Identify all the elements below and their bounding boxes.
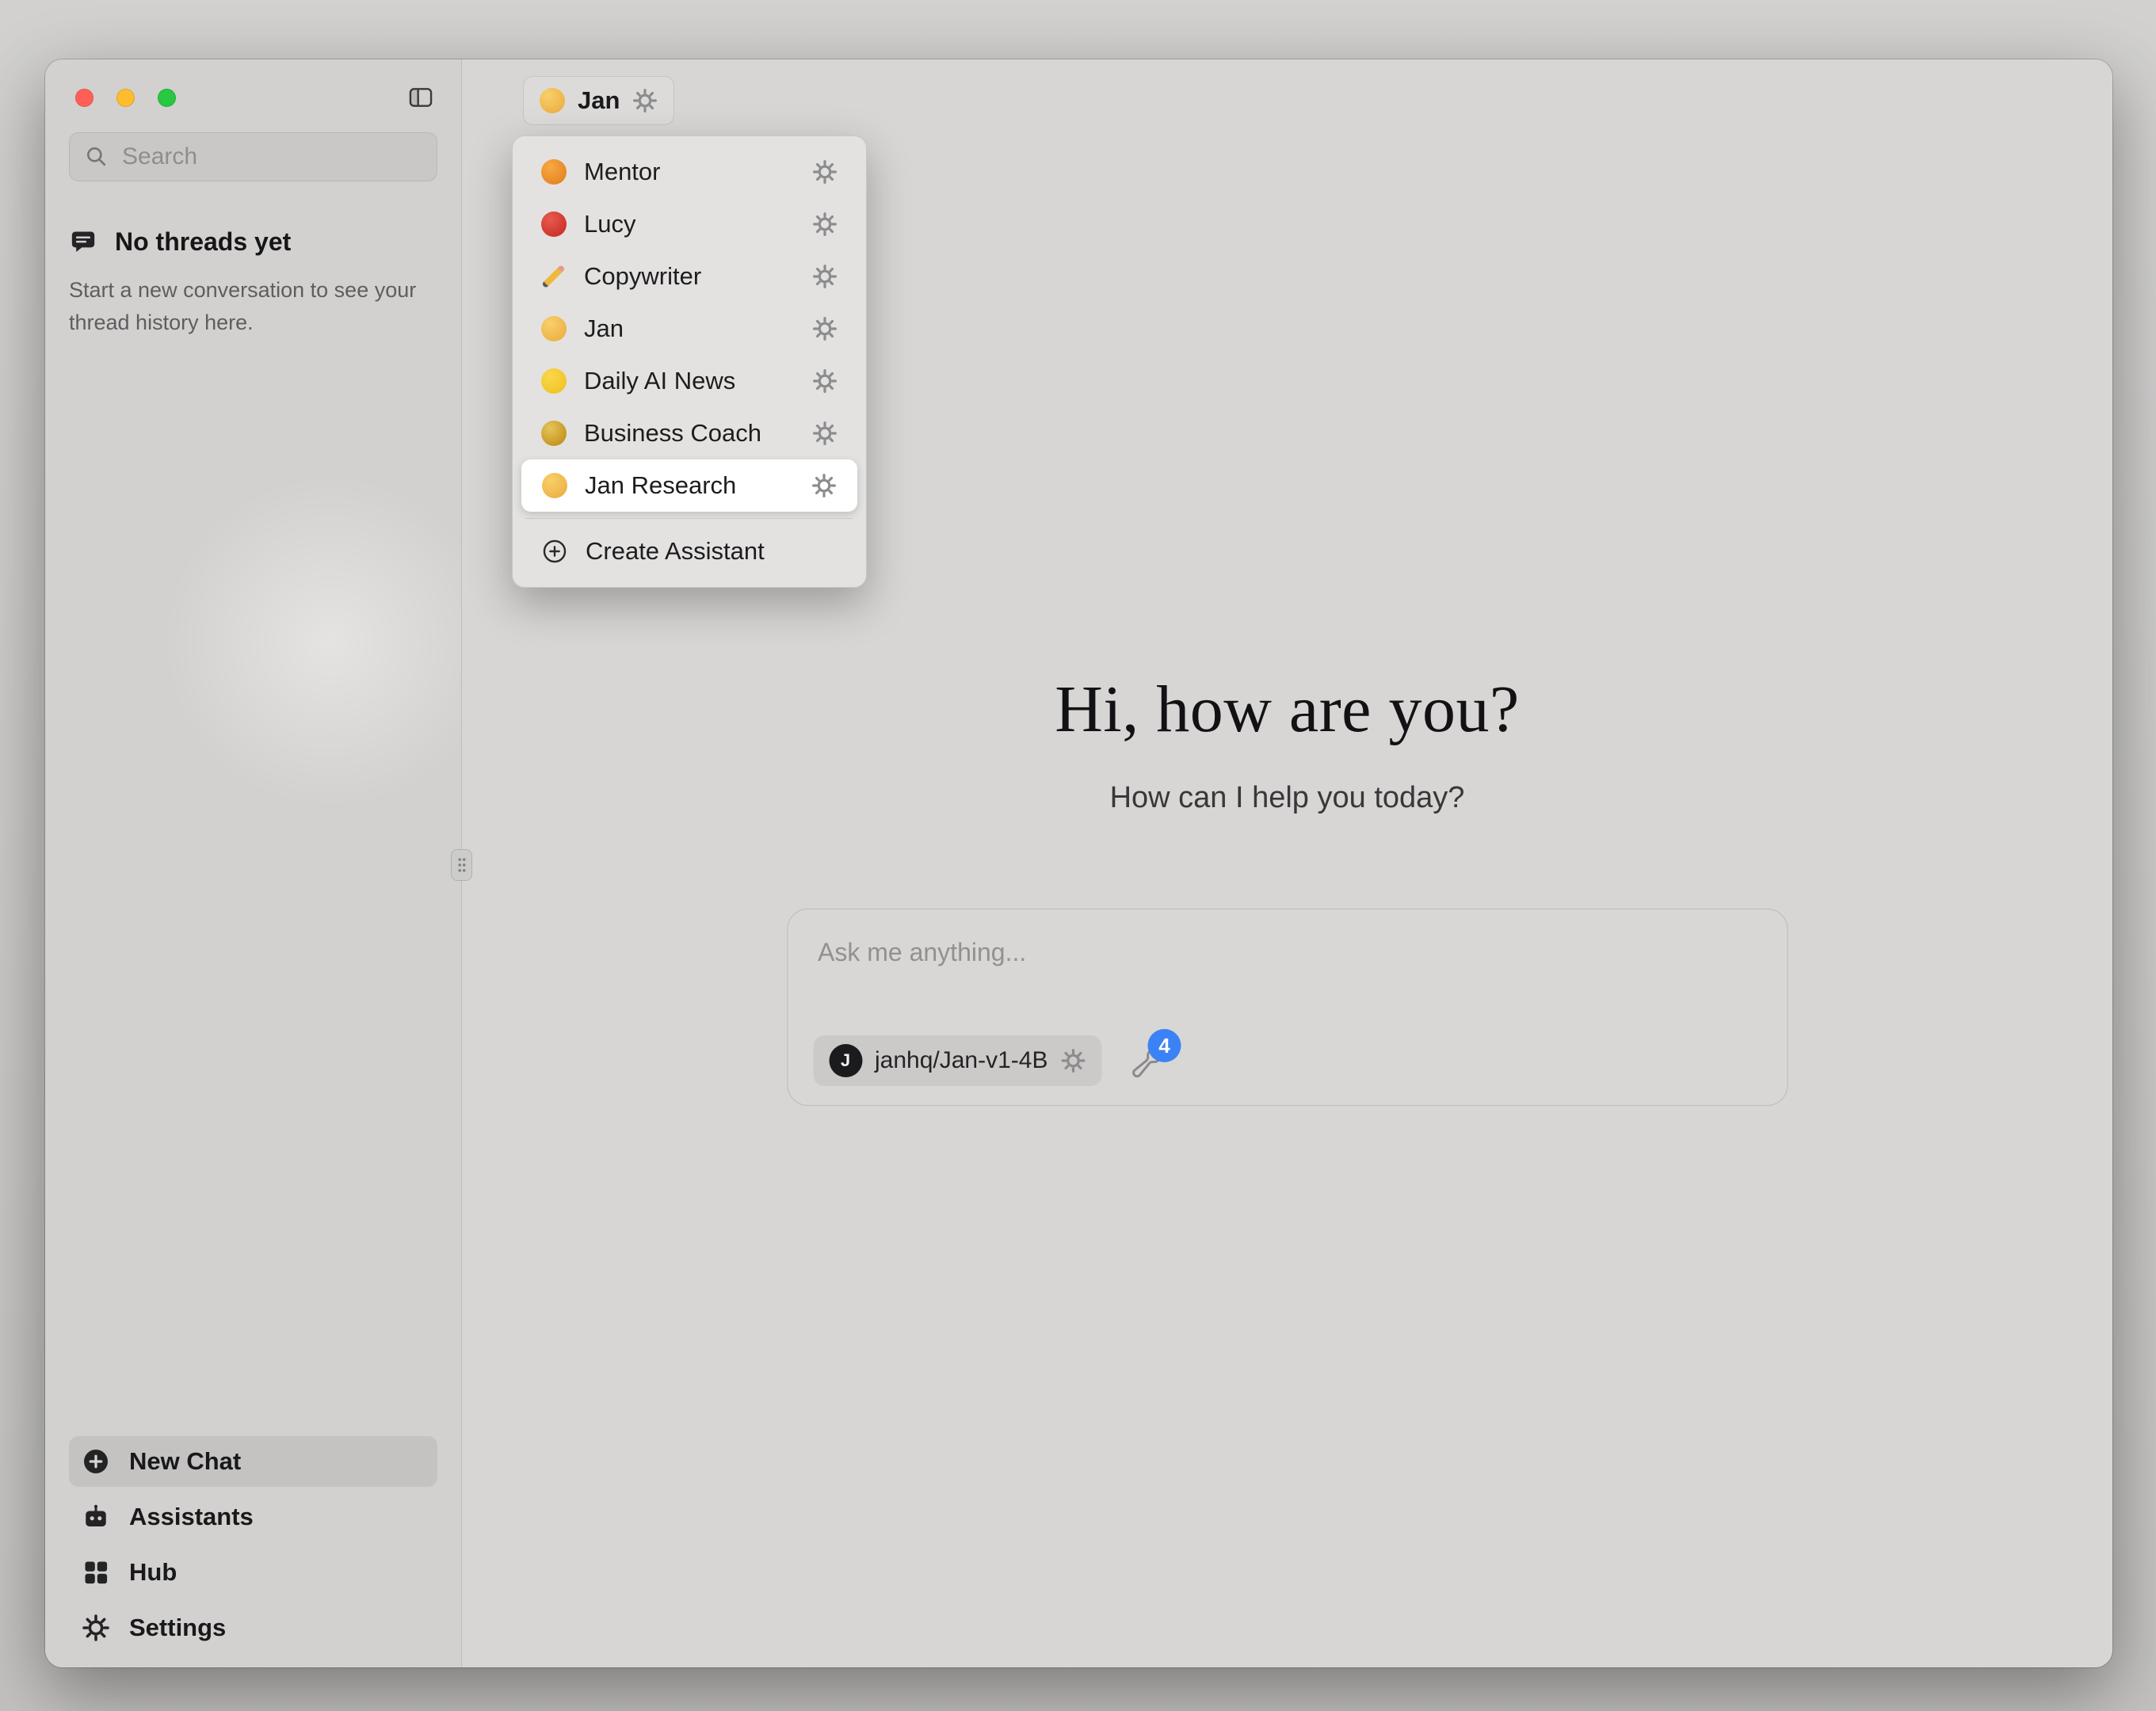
sidebar-item-settings[interactable]: Settings [69, 1602, 437, 1653]
assistant-menu-item-label: Lucy [584, 210, 795, 238]
threads-empty-state: No threads yet Start a new conversation … [69, 227, 437, 338]
empty-state-title: No threads yet [115, 227, 291, 257]
settings-label: Settings [129, 1614, 226, 1642]
assistant-menu-item[interactable]: Business Coach [521, 407, 858, 459]
sidebar-nav: New Chat Assistants H [69, 1436, 437, 1667]
assistants-icon [82, 1503, 110, 1531]
minimize-button[interactable] [116, 89, 135, 107]
assistant-menu-item-label: Mentor [584, 158, 795, 186]
assistant-menu-item-label: Daily AI News [584, 367, 795, 395]
assistant-item-gear-icon[interactable] [812, 264, 838, 289]
assistants-label: Assistants [129, 1503, 254, 1531]
assistant-settings-gear-icon[interactable] [632, 88, 658, 113]
assistant-item-gear-icon[interactable] [812, 316, 838, 341]
assistant-dropdown-menu: Mentor Lucy Copywriter Jan Daily AI News [512, 135, 867, 588]
empty-state-description: Start a new conversation to see your thr… [69, 274, 418, 338]
assistant-item-gear-icon[interactable] [812, 368, 838, 394]
new-chat-button[interactable]: New Chat [69, 1436, 437, 1487]
assistant-menu-item-label: Business Coach [584, 419, 795, 448]
money-bag-icon [541, 421, 567, 446]
wave-icon [542, 473, 567, 498]
pencil-icon [541, 264, 567, 289]
assistant-menu-list: Mentor Lucy Copywriter Jan Daily AI News [521, 146, 858, 512]
composer[interactable]: J janhq/Jan-v1-4B 4 [787, 909, 1788, 1106]
yellow-circle-icon [541, 368, 567, 394]
sidebar-item-assistants[interactable]: Assistants [69, 1492, 437, 1542]
tools-button[interactable]: 4 [1130, 1040, 1168, 1081]
hub-label: Hub [129, 1558, 177, 1587]
assistant-menu-item[interactable]: Jan Research [521, 459, 857, 512]
composer-toolbar: J janhq/Jan-v1-4B 4 [813, 1035, 1168, 1086]
tools-count-badge: 4 [1147, 1029, 1181, 1062]
chat-bubble-icon [69, 229, 97, 256]
apple-icon [541, 211, 567, 237]
model-settings-gear-icon[interactable] [1060, 1048, 1086, 1073]
sidebar-item-hub[interactable]: Hub [69, 1547, 437, 1598]
assistant-selector-chip[interactable]: Jan [523, 76, 674, 125]
menu-separator [525, 518, 853, 519]
plus-circle-outline-icon [541, 538, 568, 565]
main-area: Jan Mentor Lucy Copywriter Jan [462, 59, 2112, 1667]
assistant-chip-label: Jan [578, 86, 620, 115]
assistant-menu-item[interactable]: Copywriter [521, 250, 858, 303]
sidebar: No threads yet Start a new conversation … [45, 59, 461, 1667]
create-assistant-button[interactable]: Create Assistant [521, 525, 858, 577]
search-box[interactable] [69, 132, 437, 181]
window-controls [69, 89, 176, 107]
wave-icon [541, 316, 567, 341]
orange-circle-icon [541, 159, 567, 185]
model-selector-chip[interactable]: J janhq/Jan-v1-4B [813, 1035, 1101, 1086]
wave-icon [540, 88, 565, 113]
sidebar-resize-handle[interactable] [451, 849, 472, 881]
assistant-menu-item[interactable]: Jan [521, 303, 858, 355]
settings-gear-icon [82, 1614, 110, 1642]
titlebar [69, 59, 437, 110]
model-name: janhq/Jan-v1-4B [875, 1047, 1047, 1074]
app-window: No threads yet Start a new conversation … [45, 59, 2112, 1667]
composer-input[interactable] [788, 909, 1787, 1003]
hub-grid-icon [82, 1558, 110, 1587]
assistant-menu-item-label: Jan Research [585, 471, 794, 500]
assistant-menu-item[interactable]: Lucy [521, 198, 858, 250]
greeting-subtitle: How can I help you today? [462, 781, 2112, 815]
assistant-item-gear-icon[interactable] [812, 211, 838, 237]
close-button[interactable] [75, 89, 93, 107]
assistant-item-gear-icon[interactable] [812, 159, 838, 185]
model-avatar: J [829, 1044, 862, 1077]
create-assistant-label: Create Assistant [586, 537, 765, 566]
sidebar-toggle-icon[interactable] [404, 82, 437, 112]
assistant-item-gear-icon[interactable] [812, 421, 838, 446]
assistant-menu-item[interactable]: Daily AI News [521, 355, 858, 407]
plus-circle-icon [82, 1447, 110, 1476]
new-chat-label: New Chat [129, 1447, 241, 1476]
assistant-menu-item-label: Copywriter [584, 262, 795, 291]
search-input[interactable] [122, 143, 422, 170]
zoom-button[interactable] [158, 89, 176, 107]
search-icon [84, 144, 109, 170]
assistant-menu-item-label: Jan [584, 314, 795, 343]
assistant-item-gear-icon[interactable] [811, 473, 837, 498]
greeting-title: Hi, how are you? [462, 671, 2112, 748]
greeting: Hi, how are you? How can I help you toda… [462, 671, 2112, 815]
assistant-menu-item[interactable]: Mentor [521, 146, 858, 198]
